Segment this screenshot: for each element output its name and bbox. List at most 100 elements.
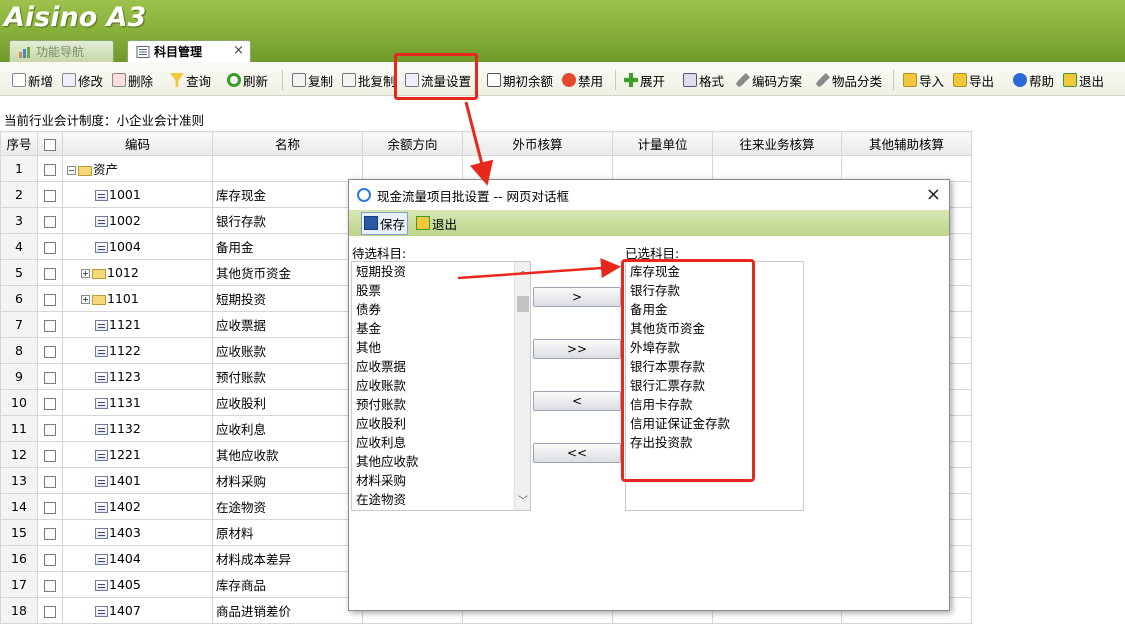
- row-select[interactable]: [37, 155, 63, 182]
- name-cell[interactable]: 应收利息: [212, 415, 363, 442]
- row-select[interactable]: [37, 181, 63, 208]
- tab-subject-management[interactable]: 科目管理 ×: [127, 40, 251, 62]
- code-cell[interactable]: 1404: [62, 545, 213, 572]
- expand-icon[interactable]: +: [81, 269, 90, 278]
- candidate-item[interactable]: 应收票据: [352, 357, 530, 376]
- row-checkbox[interactable]: [44, 241, 56, 254]
- help-button[interactable]: 帮助: [1013, 70, 1054, 90]
- item-category-button[interactable]: 物品分类: [816, 70, 882, 90]
- col-header-other-aux[interactable]: 其他辅助核算: [841, 131, 972, 156]
- code-cell[interactable]: 1221: [62, 441, 213, 468]
- code-cell[interactable]: 1004: [62, 233, 213, 260]
- row-checkbox[interactable]: [44, 423, 56, 436]
- edit-button[interactable]: 修改: [62, 70, 103, 90]
- code-cell[interactable]: − 资产: [62, 155, 213, 182]
- balance-direction-cell[interactable]: [362, 155, 463, 182]
- batch-copy-button[interactable]: 批复制: [342, 70, 396, 90]
- row-checkbox[interactable]: [44, 449, 56, 462]
- row-select[interactable]: [37, 415, 63, 442]
- candidate-item[interactable]: 股票: [352, 281, 530, 300]
- import-button[interactable]: 导入: [903, 70, 944, 90]
- code-cell[interactable]: 1001: [62, 181, 213, 208]
- opening-balance-button[interactable]: 期初余额: [487, 70, 553, 90]
- col-header-unit[interactable]: 计量单位: [612, 131, 713, 156]
- candidate-item[interactable]: 应收利息: [352, 433, 530, 452]
- other-aux-cell[interactable]: [841, 155, 972, 182]
- coding-scheme-button[interactable]: 编码方案: [736, 70, 802, 90]
- candidate-item[interactable]: 债券: [352, 300, 530, 319]
- unit-cell[interactable]: [612, 155, 713, 182]
- row-checkbox[interactable]: [44, 501, 56, 514]
- row-select[interactable]: [37, 233, 63, 260]
- col-header-code[interactable]: 编码: [62, 131, 213, 156]
- move-all-left-button[interactable]: <<: [533, 443, 621, 463]
- move-all-right-button[interactable]: >>: [533, 339, 621, 359]
- copy-button[interactable]: 复制: [292, 70, 333, 90]
- row-checkbox[interactable]: [44, 371, 56, 384]
- select-all-checkbox[interactable]: [44, 138, 56, 151]
- row-checkbox[interactable]: [44, 475, 56, 488]
- row-select[interactable]: [37, 519, 63, 546]
- dialog-close-button[interactable]: ×: [926, 184, 941, 205]
- name-cell[interactable]: 材料采购: [212, 467, 363, 494]
- dialog-save-button[interactable]: 保存: [361, 211, 409, 235]
- col-header-no[interactable]: 序号: [0, 131, 38, 156]
- name-cell[interactable]: 应收票据: [212, 311, 363, 338]
- code-cell[interactable]: 1402: [62, 493, 213, 520]
- candidate-listbox[interactable]: 短期投资 股票 债券 基金 其他 应收票据 应收账款 预付账款 应收股利 应收利息 其他应收款 材料采…: [351, 261, 531, 511]
- name-cell[interactable]: [212, 155, 363, 182]
- tab-function-nav[interactable]: 功能导航: [9, 40, 114, 62]
- code-cell[interactable]: 1122: [62, 337, 213, 364]
- candidate-item[interactable]: 其他应收款: [352, 452, 530, 471]
- code-cell[interactable]: +1101: [62, 285, 213, 312]
- name-cell[interactable]: 其他货币资金: [212, 259, 363, 286]
- new-button[interactable]: 新增: [12, 70, 53, 90]
- row-checkbox[interactable]: [44, 579, 56, 592]
- scroll-down-icon[interactable]: ﹀: [515, 492, 530, 508]
- delete-button[interactable]: 删除: [112, 70, 153, 90]
- current-account-cell[interactable]: [712, 155, 842, 182]
- candidate-item[interactable]: 短期投资: [352, 262, 530, 281]
- row-checkbox[interactable]: [44, 319, 56, 332]
- refresh-button[interactable]: 刷新: [227, 70, 268, 90]
- row-select[interactable]: [37, 337, 63, 364]
- name-cell[interactable]: 材料成本差异: [212, 545, 363, 572]
- row-select[interactable]: [37, 467, 63, 494]
- close-icon[interactable]: ×: [233, 43, 244, 58]
- name-cell[interactable]: 短期投资: [212, 285, 363, 312]
- disable-button[interactable]: 禁用: [562, 70, 603, 90]
- code-cell[interactable]: 1121: [62, 311, 213, 338]
- row-checkbox[interactable]: [44, 293, 56, 306]
- move-right-button[interactable]: >: [533, 287, 621, 307]
- row-checkbox[interactable]: [44, 345, 56, 358]
- name-cell[interactable]: 商品进销差价: [212, 597, 363, 624]
- name-cell[interactable]: 在途物资: [212, 493, 363, 520]
- row-select[interactable]: [37, 545, 63, 572]
- row-checkbox[interactable]: [44, 189, 56, 202]
- name-cell[interactable]: 库存现金: [212, 181, 363, 208]
- candidate-scrollbar[interactable]: ︿ ﹀: [514, 262, 530, 510]
- code-cell[interactable]: +1012: [62, 259, 213, 286]
- row-select[interactable]: [37, 389, 63, 416]
- name-cell[interactable]: 原材料: [212, 519, 363, 546]
- row-checkbox[interactable]: [44, 397, 56, 410]
- candidate-item[interactable]: 基金: [352, 319, 530, 338]
- code-cell[interactable]: 1002: [62, 207, 213, 234]
- candidate-item[interactable]: 在途物资: [352, 490, 530, 509]
- col-header-foreign-currency[interactable]: 外币核算: [462, 131, 613, 156]
- col-header-select[interactable]: [37, 131, 63, 156]
- code-cell[interactable]: 1131: [62, 389, 213, 416]
- row-checkbox[interactable]: [44, 553, 56, 566]
- candidate-item[interactable]: 预付账款: [352, 395, 530, 414]
- row-select[interactable]: [37, 285, 63, 312]
- collapse-icon[interactable]: −: [67, 166, 76, 175]
- scroll-up-icon[interactable]: ︿: [515, 262, 530, 278]
- col-header-name[interactable]: 名称: [212, 131, 363, 156]
- name-cell[interactable]: 其他应收款: [212, 441, 363, 468]
- candidate-item[interactable]: 材料采购: [352, 471, 530, 490]
- code-cell[interactable]: 1132: [62, 415, 213, 442]
- name-cell[interactable]: 应收账款: [212, 337, 363, 364]
- row-select[interactable]: [37, 363, 63, 390]
- row-checkbox[interactable]: [44, 163, 56, 176]
- row-select[interactable]: [37, 597, 63, 624]
